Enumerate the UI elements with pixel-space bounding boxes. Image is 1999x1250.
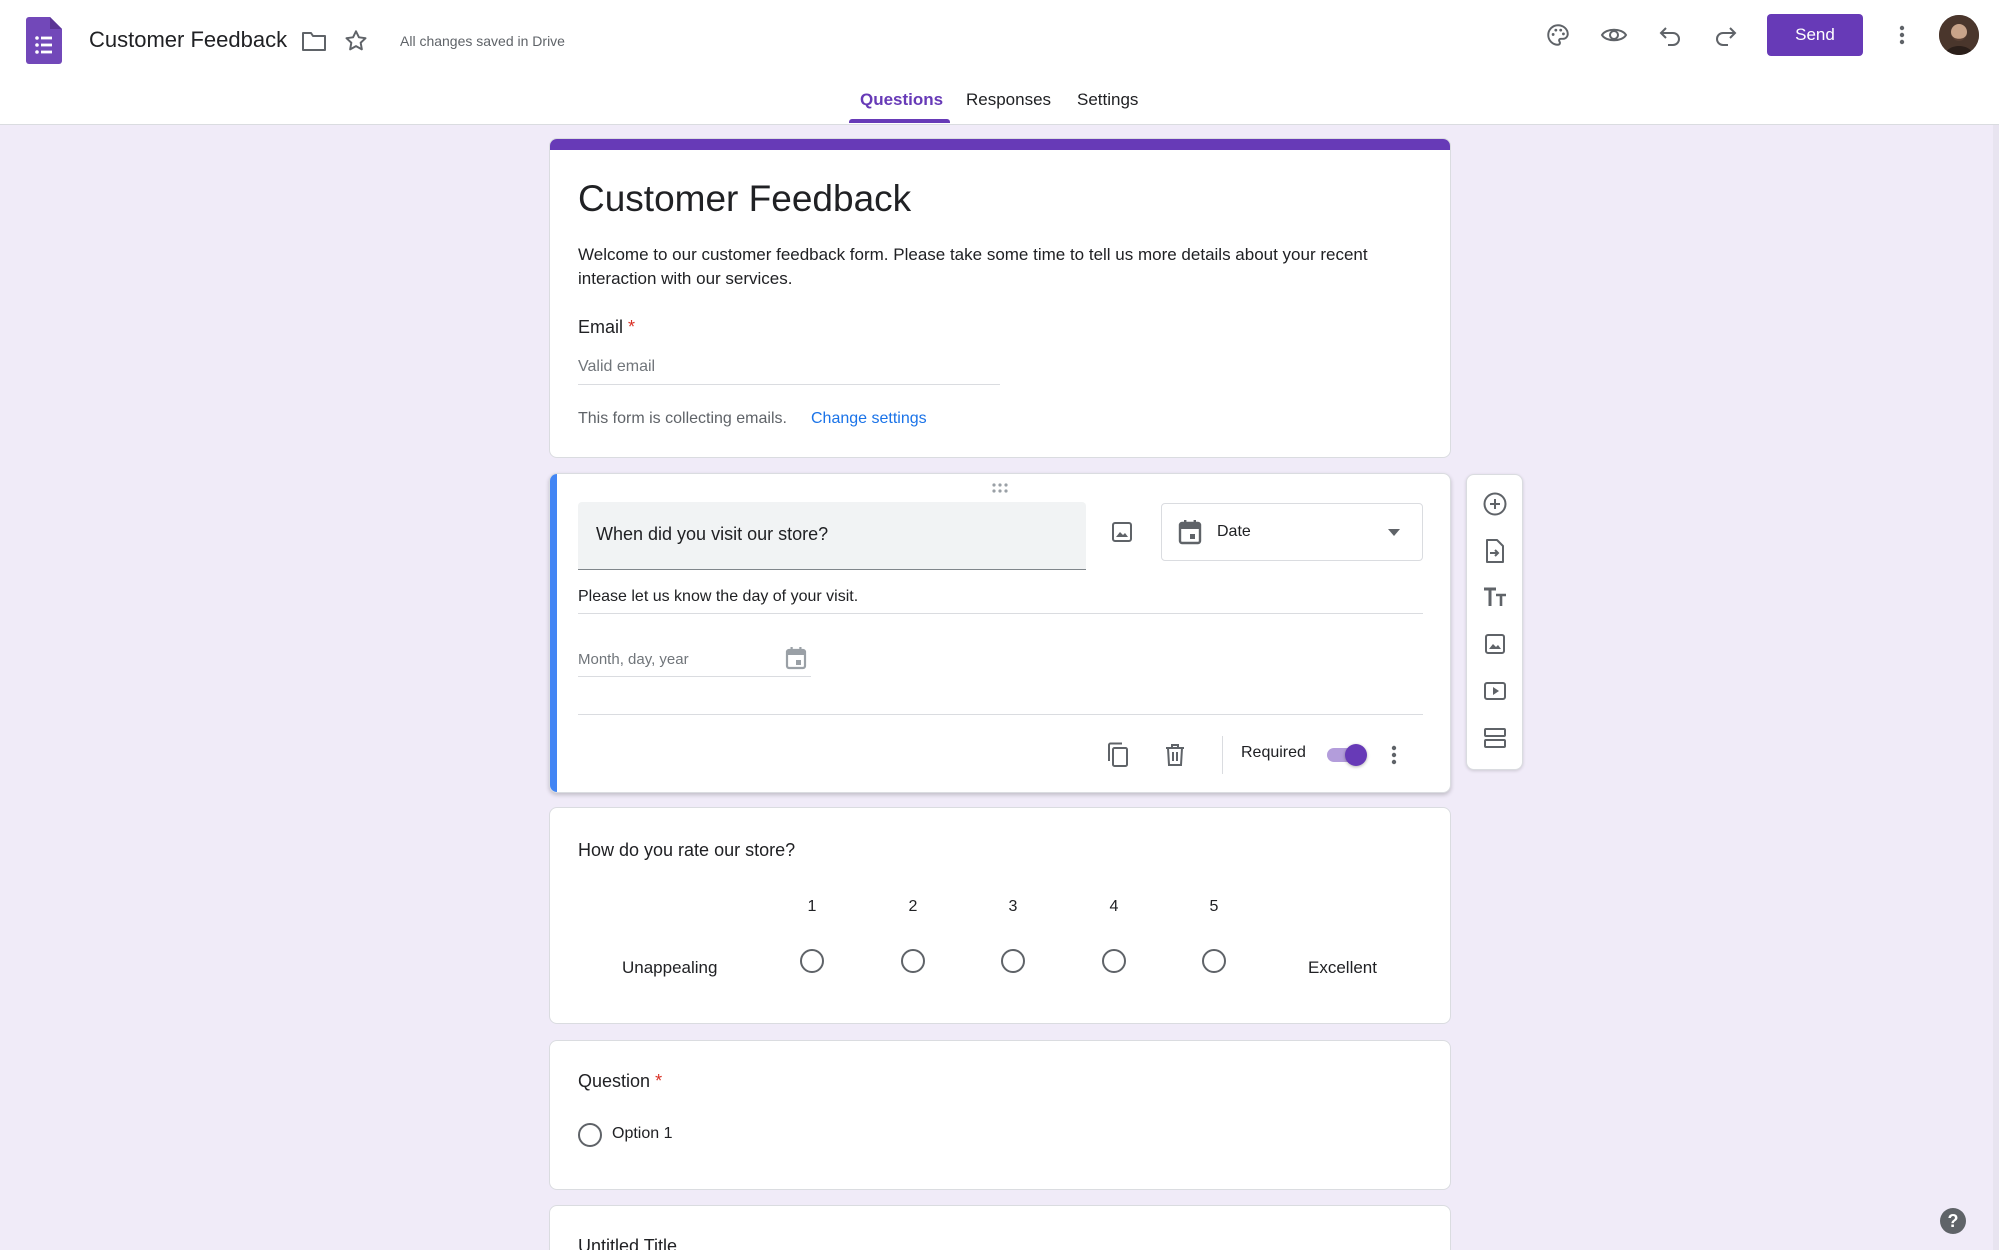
add-video-icon[interactable] (1477, 673, 1513, 709)
avatar[interactable] (1939, 15, 1979, 55)
active-card-indicator (550, 474, 557, 792)
page-scrollbar[interactable] (1993, 125, 1999, 1250)
question-description-input[interactable]: Please let us know the day of your visit… (578, 588, 1423, 614)
scale-label: 3 (1008, 898, 1018, 915)
duplicate-icon[interactable] (1100, 737, 1136, 773)
scale-radio[interactable] (800, 949, 824, 973)
email-label: Email * (578, 317, 635, 338)
date-answer-placeholder: Month, day, year (578, 651, 689, 668)
undo-icon[interactable] (1652, 17, 1688, 53)
title-item-card[interactable]: Untitled Title (549, 1205, 1451, 1250)
document-title[interactable]: Customer Feedback (89, 27, 287, 53)
scale-radio[interactable] (901, 949, 925, 973)
required-label: Required (1241, 744, 1306, 761)
option-radio[interactable] (578, 1123, 602, 1147)
date-answer-underline (578, 676, 811, 677)
help-icon[interactable]: ? (1940, 1208, 1966, 1234)
add-section-icon[interactable] (1477, 720, 1513, 756)
more-vert-icon[interactable] (1884, 17, 1920, 53)
card-footer-divider (578, 714, 1423, 715)
question-title: Question * (578, 1071, 662, 1092)
palette-icon[interactable] (1540, 17, 1576, 53)
calendar-icon (1178, 519, 1202, 545)
drag-handle-icon[interactable] (990, 482, 1010, 494)
add-image-icon[interactable] (1104, 514, 1140, 550)
folder-icon[interactable] (296, 23, 332, 59)
question-type-label: Date (1217, 523, 1251, 540)
delete-icon[interactable] (1157, 737, 1193, 773)
required-asterisk: * (655, 1071, 663, 1091)
question-title: How do you rate our store? (578, 840, 796, 860)
scale-label: 1 (807, 898, 817, 915)
form-title[interactable]: Customer Feedback (578, 178, 911, 220)
toggle-knob (1345, 744, 1367, 766)
question-more-icon[interactable] (1376, 737, 1412, 773)
question-title-input[interactable]: When did you visit our store? (578, 502, 1086, 570)
redo-icon[interactable] (1708, 17, 1744, 53)
scale-radio[interactable] (1001, 949, 1025, 973)
collecting-emails-note: This form is collecting emails. (578, 410, 787, 427)
floating-toolbar (1466, 474, 1523, 770)
scale-label: 4 (1109, 898, 1119, 915)
preview-eye-icon[interactable] (1596, 17, 1632, 53)
add-title-icon[interactable] (1477, 579, 1513, 615)
question-card-choice[interactable]: Question * Option 1 (549, 1040, 1451, 1190)
tab-settings[interactable]: Settings (1077, 90, 1138, 125)
scale-radio[interactable] (1202, 949, 1226, 973)
save-status: All changes saved in Drive (400, 33, 565, 49)
forms-logo-icon[interactable] (26, 17, 62, 64)
form-description[interactable]: Welcome to our customer feedback form. P… (578, 243, 1398, 291)
top-bar: Customer Feedback All changes saved in D… (0, 0, 1999, 125)
tab-bar: Questions Responses Settings (0, 90, 1999, 125)
required-toggle[interactable] (1323, 743, 1369, 767)
theme-accent-bar (550, 139, 1450, 150)
import-questions-icon[interactable] (1477, 533, 1513, 569)
question-card-date[interactable]: When did you visit our store? Date Pleas… (549, 473, 1451, 793)
email-field[interactable]: Valid email (578, 358, 1000, 385)
option-label: Option 1 (612, 1125, 673, 1142)
email-label-text: Email (578, 317, 624, 337)
required-asterisk: * (628, 317, 636, 337)
question-type-dropdown[interactable]: Date (1161, 503, 1423, 561)
scale-label: 5 (1209, 898, 1219, 915)
star-icon[interactable] (338, 23, 374, 59)
tab-responses[interactable]: Responses (966, 90, 1051, 125)
scale-radio[interactable] (1102, 949, 1126, 973)
add-question-icon[interactable] (1477, 486, 1513, 522)
send-button[interactable]: Send (1767, 14, 1863, 56)
form-header-card[interactable]: Customer Feedback Welcome to our custome… (549, 138, 1451, 458)
question-title-text: Question (578, 1071, 651, 1091)
active-tab-indicator (849, 119, 950, 123)
scale-high-label: Excellent (1308, 958, 1377, 977)
question-card-rating[interactable]: How do you rate our store? 1 2 3 4 5 Una… (549, 807, 1451, 1024)
item-title: Untitled Title (578, 1236, 678, 1250)
add-image-icon[interactable] (1477, 626, 1513, 662)
change-settings-link[interactable]: Change settings (811, 410, 927, 428)
chevron-down-icon (1388, 529, 1400, 536)
date-calendar-icon (785, 646, 807, 670)
footer-separator (1222, 736, 1223, 774)
scale-label: 2 (908, 898, 918, 915)
scale-low-label: Unappealing (622, 958, 718, 977)
